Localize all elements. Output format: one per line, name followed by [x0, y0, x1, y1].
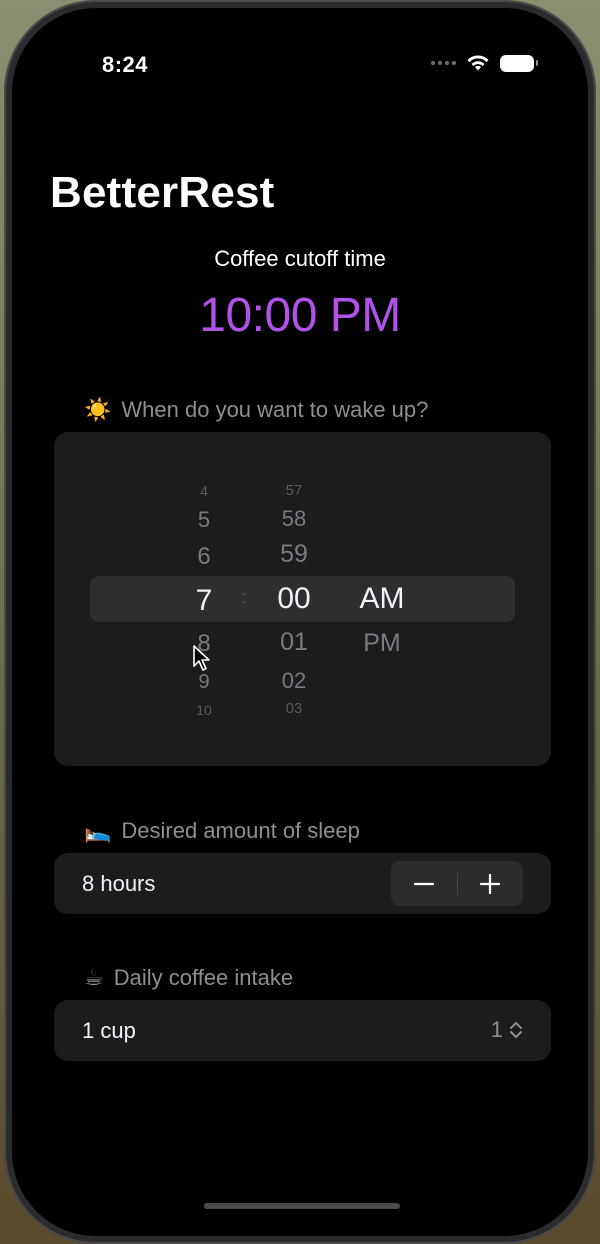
time-separator: : — [242, 587, 248, 607]
plus-icon — [480, 873, 501, 894]
chevron-up-down-icon — [510, 1022, 522, 1038]
status-time: 8:24 — [102, 52, 149, 77]
sun-icon: ☀️ — [84, 397, 112, 422]
sleep-header: 🛌 Desired amount of sleep — [84, 818, 360, 844]
page-title: BetterRest — [50, 168, 275, 217]
hour-option[interactable]: 9 — [184, 671, 224, 694]
coffee-icon: ☕ — [84, 965, 104, 990]
minute-option[interactable]: 02 — [268, 668, 320, 694]
coffee-picker-row[interactable]: 1 cup 1 — [54, 1000, 551, 1061]
wake-time-picker[interactable]: 4 5 6 7 8 9 10 : 57 58 59 00 01 02 03 AM… — [54, 432, 551, 766]
decrement-button[interactable] — [391, 861, 457, 906]
bed-icon: 🛌 — [84, 818, 112, 843]
period-option[interactable]: PM — [350, 629, 414, 658]
wake-header: ☀️ When do you want to wake up? — [84, 397, 428, 423]
status-indicators — [431, 54, 538, 72]
minute-option[interactable]: 57 — [268, 482, 320, 499]
minute-option[interactable]: 59 — [268, 540, 320, 569]
hour-option[interactable]: 6 — [184, 543, 224, 571]
app-screen: 8:24 BetterRest Coffee cutoff time 10:00… — [12, 8, 588, 1236]
cellular-signal-icon — [431, 61, 456, 65]
minute-selected[interactable]: 00 — [268, 582, 320, 616]
minute-option[interactable]: 01 — [268, 628, 320, 657]
minus-icon — [413, 882, 434, 885]
coffee-value: 1 cup — [82, 1017, 136, 1043]
cutoff-time: 10:00 PM — [199, 289, 401, 342]
sleep-value: 8 hours — [82, 870, 156, 896]
minute-option[interactable]: 58 — [268, 506, 320, 532]
hour-option[interactable]: 10 — [178, 702, 230, 718]
battery-icon — [500, 54, 538, 72]
wifi-icon — [467, 55, 489, 71]
sleep-stepper[interactable] — [391, 861, 523, 906]
coffee-select[interactable]: 1 — [491, 1017, 523, 1043]
cutoff-label: Coffee cutoff time — [214, 246, 386, 271]
minute-option[interactable]: 03 — [268, 700, 320, 717]
coffee-selected-value: 1 — [490, 1017, 503, 1042]
coffee-header-label: Daily coffee intake — [113, 965, 294, 990]
hour-option[interactable]: 4 — [184, 483, 224, 499]
hour-selected[interactable]: 7 — [184, 584, 224, 618]
home-indicator[interactable] — [204, 1203, 400, 1209]
coffee-header: ☕ Daily coffee intake — [84, 965, 293, 991]
increment-button[interactable] — [458, 861, 524, 906]
wake-header-label: When do you want to wake up? — [121, 397, 429, 422]
mouse-cursor-icon — [193, 645, 210, 671]
hour-option[interactable]: 5 — [184, 507, 224, 533]
sleep-stepper-row: 8 hours — [54, 853, 551, 914]
sleep-header-label: Desired amount of sleep — [121, 818, 360, 843]
period-selected[interactable]: AM — [350, 582, 414, 616]
